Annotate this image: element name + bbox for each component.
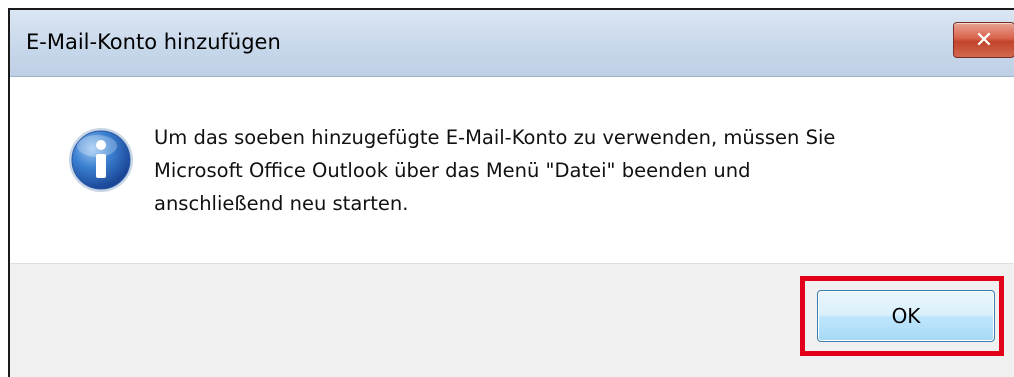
message-text: Um das soeben hinzugefügte E-Mail-Konto … <box>154 121 994 220</box>
message-line: Microsoft Office Outlook über das Menü "… <box>154 159 751 182</box>
message-area: Um das soeben hinzugefügte E-Mail-Konto … <box>10 77 1014 263</box>
message-line: anschließend neu starten. <box>154 192 409 215</box>
info-icon <box>69 128 133 192</box>
close-icon: ✕ <box>974 27 994 53</box>
message-line: Um das soeben hinzugefügte E-Mail-Konto … <box>154 126 836 149</box>
ok-button[interactable]: OK <box>817 290 995 342</box>
close-button[interactable]: ✕ <box>953 22 1014 58</box>
title-bar[interactable]: E-Mail-Konto hinzufügen ✕ <box>10 10 1014 77</box>
window-title: E-Mail-Konto hinzufügen <box>26 30 281 54</box>
